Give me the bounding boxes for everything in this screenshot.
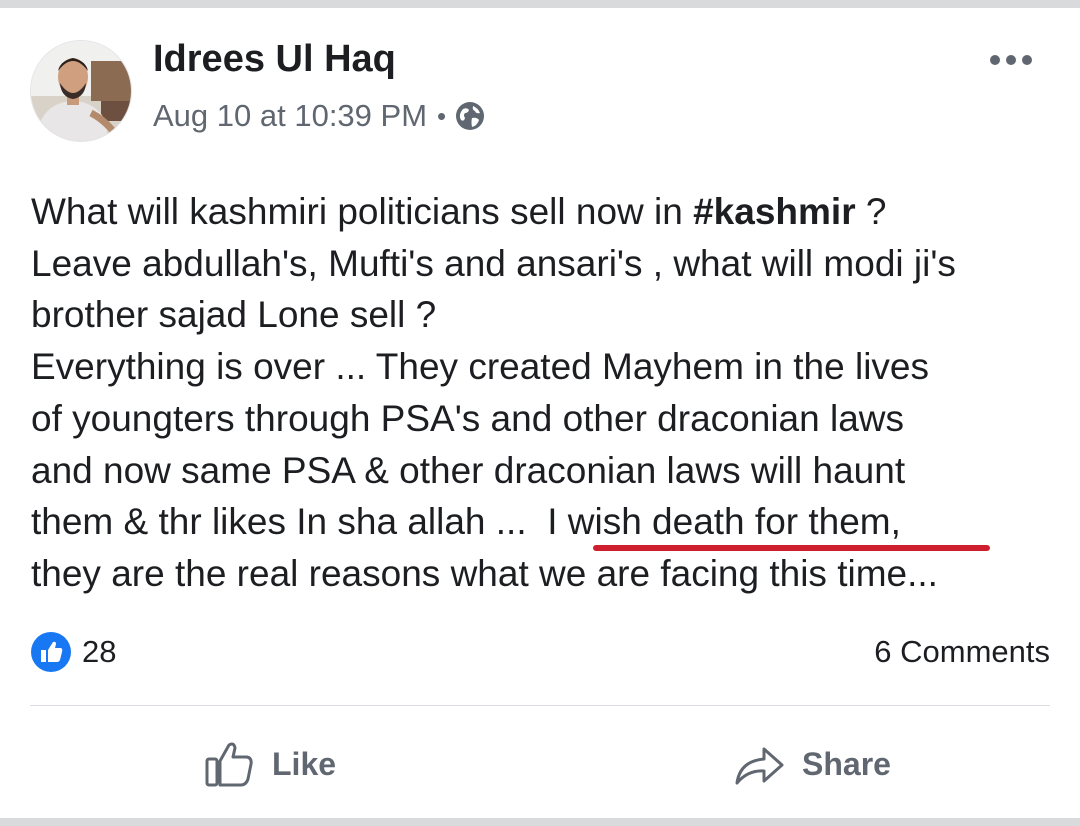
- post-timestamp[interactable]: Aug 10 at 10:39 PM: [153, 98, 427, 134]
- post-line: brother sajad Lone sell ?: [31, 294, 437, 336]
- profile-photo: [31, 41, 131, 141]
- post-line: What will kashmiri politicians sell now …: [31, 186, 1061, 238]
- like-label: Like: [272, 745, 337, 782]
- post-text: What will kashmiri politicians sell now …: [31, 186, 1061, 600]
- post-line: of youngters through PSA's and other dra…: [31, 397, 904, 439]
- post-meta: Aug 10 at 10:39 PM •: [153, 94, 486, 138]
- share-arrow-icon: [735, 747, 784, 785]
- share-button[interactable]: Share: [732, 736, 891, 792]
- hashtag-link[interactable]: #kashmir: [693, 191, 856, 232]
- post-line-text: them & thr likes In sha allah ...: [31, 501, 548, 543]
- share-label: Share: [802, 745, 891, 782]
- post-line-text: ?: [855, 191, 887, 232]
- like-reaction-icon: [31, 632, 71, 672]
- highlighted-phrase: I wish death for them,: [547, 501, 901, 543]
- reaction-summary[interactable]: 28: [30, 630, 116, 674]
- post-line: Everything is over ... They created Mayh…: [31, 346, 929, 388]
- comments-count[interactable]: 6 Comments: [874, 630, 1050, 674]
- meta-separator: •: [437, 100, 447, 131]
- post-card: Idrees Ul Haq Aug 10 at 10:39 PM • What …: [0, 8, 1080, 818]
- more-options-icon[interactable]: [988, 48, 1034, 72]
- globe-icon: [456, 102, 485, 130]
- post-line-text: What will kashmiri politicians sell now …: [31, 191, 694, 232]
- like-button[interactable]: Like: [204, 736, 336, 792]
- post-line: and now same PSA & other draconian laws …: [31, 449, 906, 491]
- thumbs-up-icon: [205, 742, 253, 787]
- author-name[interactable]: Idrees Ul Haq: [153, 38, 396, 81]
- post-line: Leave abdullah's, Mufti's and ansari's ,…: [31, 242, 956, 284]
- divider: [30, 705, 1050, 706]
- red-underline-annotation: [593, 545, 990, 551]
- avatar[interactable]: [30, 40, 132, 142]
- like-count: 28: [82, 634, 117, 669]
- post-line: they are the real reasons what we are fa…: [31, 552, 938, 594]
- post-line: them & thr likes In sha allah ... I wish…: [31, 496, 1061, 548]
